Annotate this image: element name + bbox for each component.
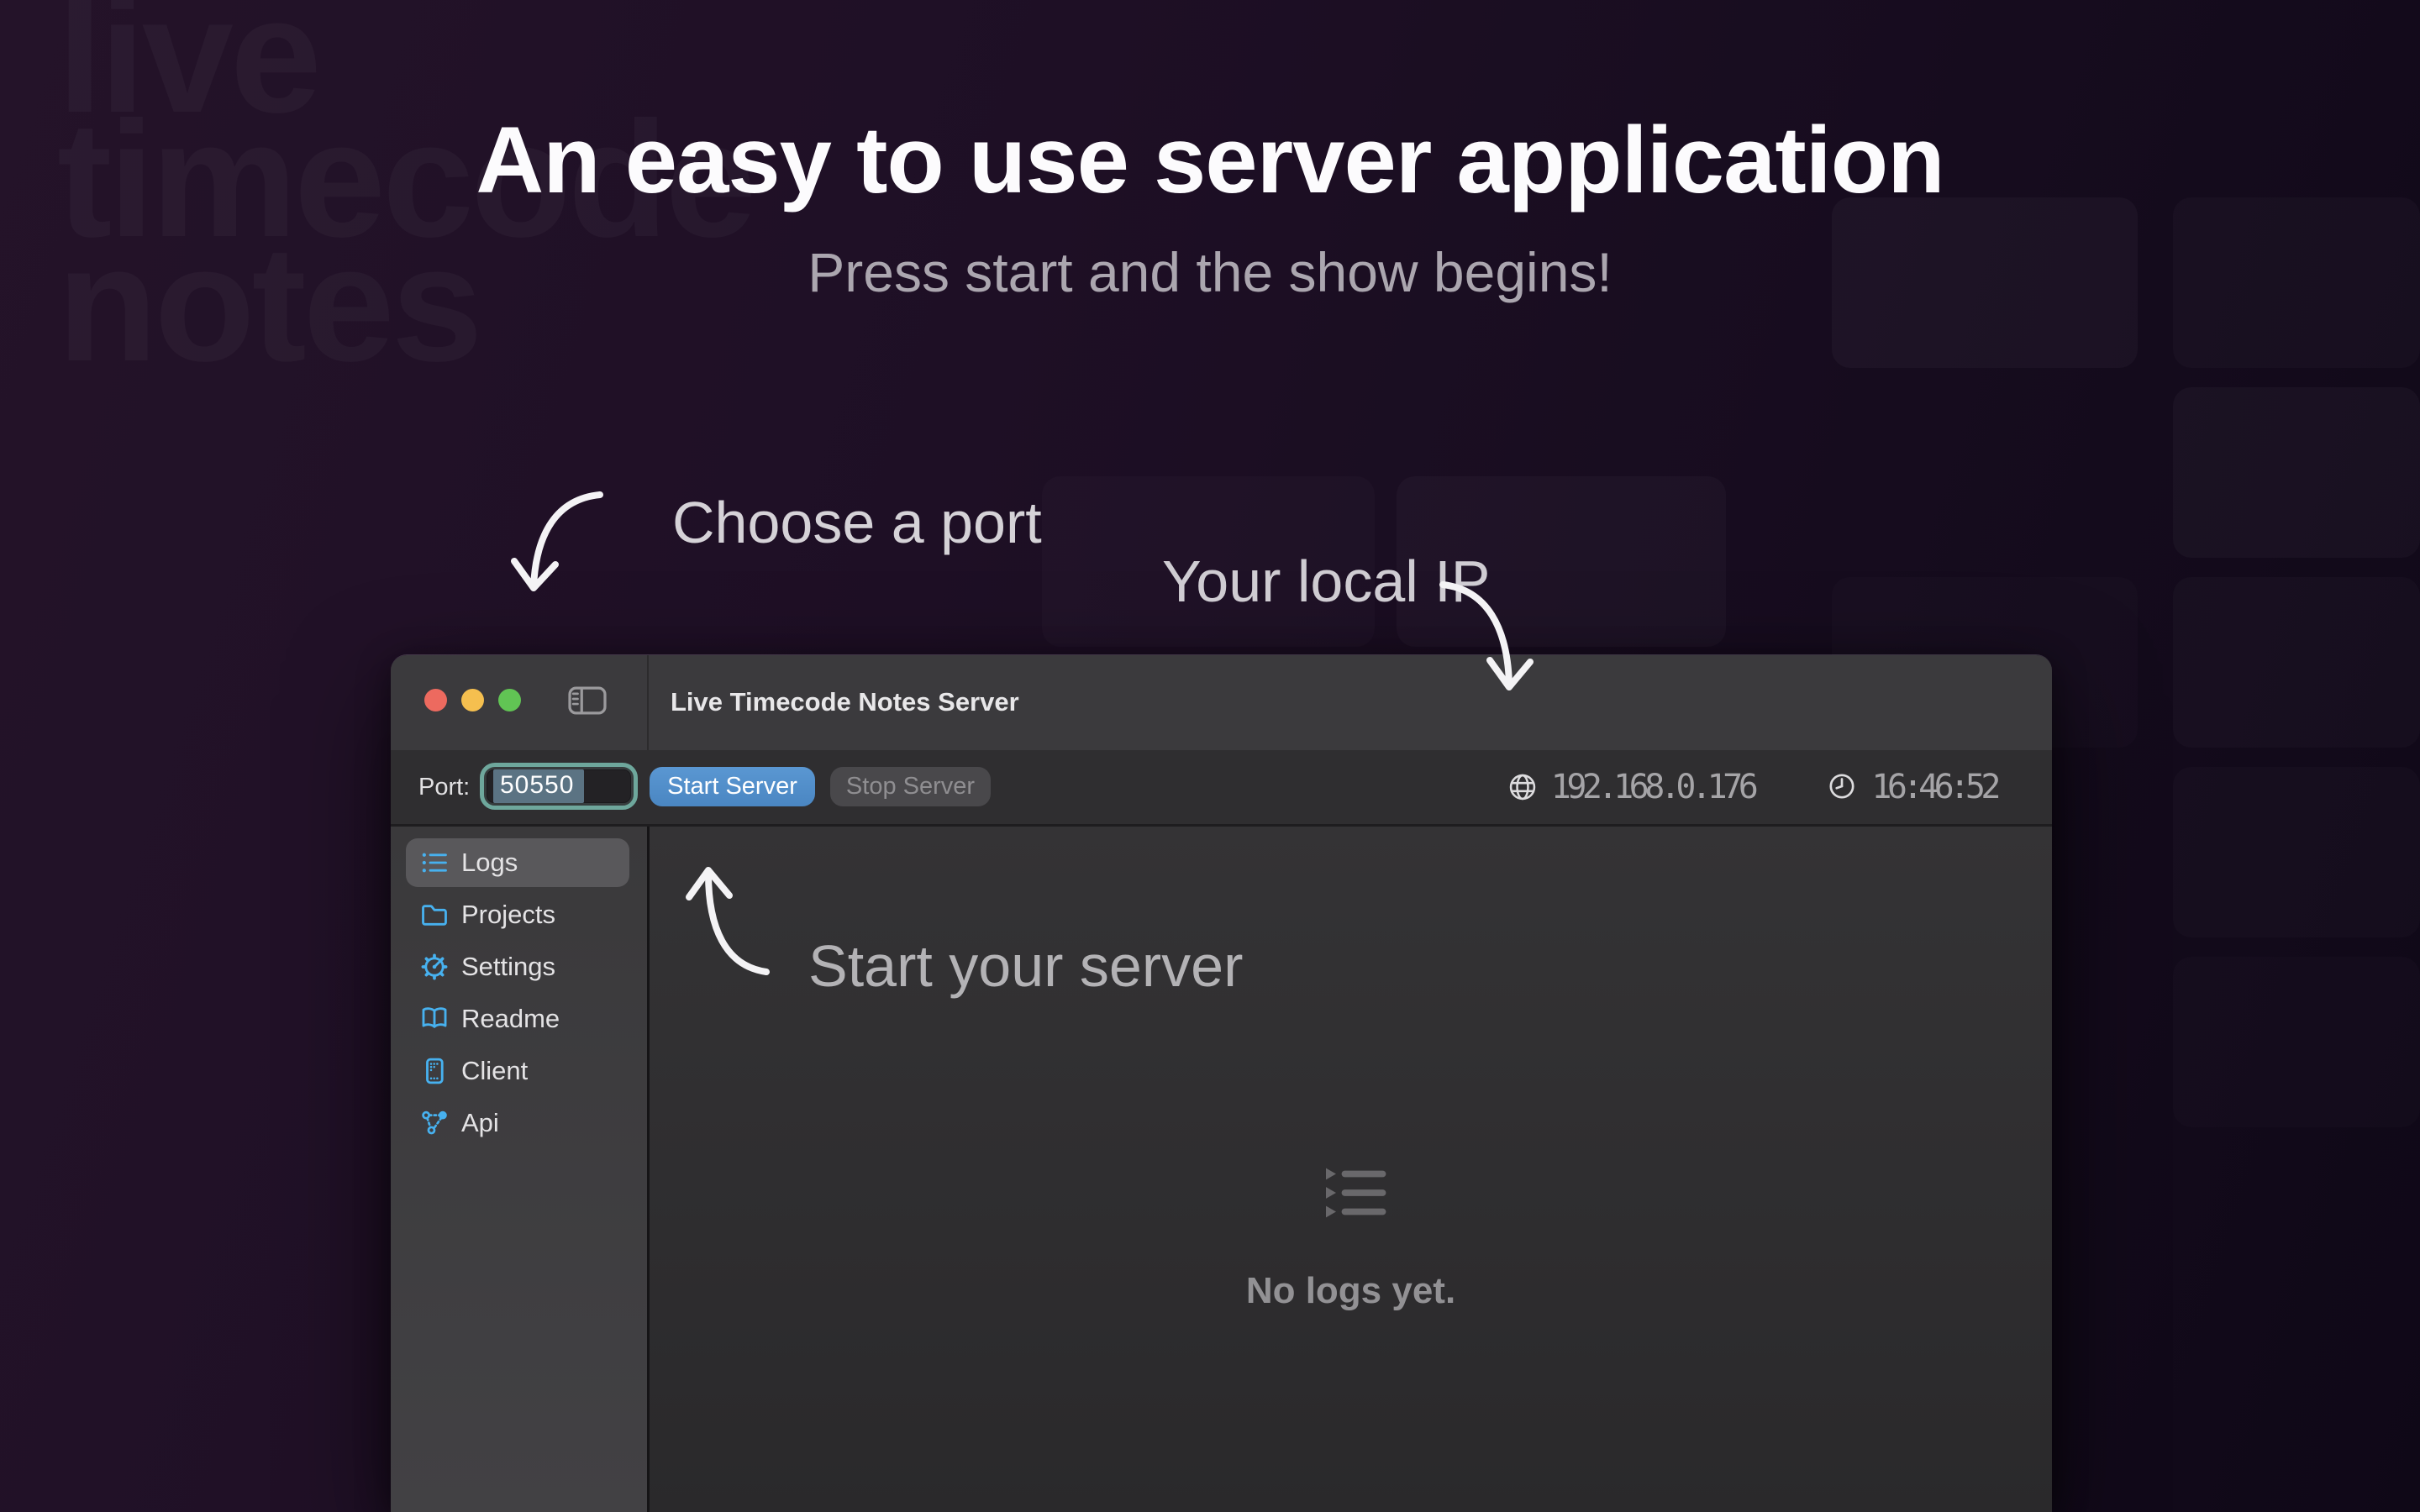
toolbar-status: 192.168.0.176 16:46:52 — [1507, 750, 2005, 824]
sidebar-item-settings[interactable]: Settings — [406, 942, 629, 991]
local-ip-status: 192.168.0.176 — [1507, 768, 1763, 806]
sidebar-item-label: Settings — [461, 952, 555, 982]
clock-icon — [1828, 772, 1858, 802]
clock-status: 16:46:52 — [1828, 768, 2005, 806]
time-value: 16:46:52 — [1871, 768, 2005, 806]
sidebar-item-client[interactable]: Client — [406, 1047, 629, 1095]
sidebar-item-api[interactable]: Api — [406, 1099, 629, 1147]
sidebar-item-label: Readme — [461, 1004, 560, 1034]
book-icon — [420, 1005, 449, 1033]
port-value-selected: 50550 — [493, 769, 584, 803]
sidebar: Logs Projects — [391, 827, 647, 1512]
sidebar-item-readme[interactable]: Readme — [406, 995, 629, 1043]
sidebar-item-label: Client — [461, 1056, 528, 1086]
background-tile — [2173, 957, 2420, 1127]
annotation-local-ip: Your local IP — [1162, 548, 1490, 615]
logs-content-area: No logs yet. — [650, 827, 2052, 1512]
local-ip-value: 192.168.0.176 — [1551, 768, 1763, 806]
port-field[interactable]: 50550 — [487, 769, 631, 803]
background-tile — [2173, 767, 2420, 937]
annotation-choose-port: Choose a port — [672, 489, 1042, 556]
arrow-to-port-field-head — [514, 561, 555, 588]
minimize-window-button[interactable] — [461, 689, 484, 711]
folder-icon — [420, 900, 449, 929]
sidebar-item-label: Logs — [461, 848, 518, 878]
sidebar-item-label: Projects — [461, 900, 555, 930]
port-label: Port: — [418, 774, 470, 801]
list-bullet-icon — [420, 848, 449, 877]
window-toolbar: Port: 50550 Start Server Stop Server 192… — [391, 750, 2052, 824]
sidebar-toggle-icon[interactable] — [568, 686, 607, 715]
start-server-button[interactable]: Start Server — [650, 767, 815, 806]
empty-logs-icon — [1318, 1163, 1389, 1223]
port-input[interactable]: 50550 — [480, 763, 638, 810]
page-subtitle: Press start and the show begins! — [0, 240, 2420, 304]
window-body: Logs Projects — [391, 827, 2052, 1512]
page-title: An easy to use server application — [0, 106, 2420, 214]
gear-icon — [420, 953, 449, 981]
empty-logs-message: No logs yet. — [650, 1270, 2052, 1312]
arrow-to-port-field — [534, 495, 600, 586]
window-title: Live Timecode Notes Server — [671, 687, 1019, 717]
background-tile — [2173, 387, 2420, 558]
background-tile — [2173, 577, 2420, 748]
sidebar-item-label: Api — [461, 1108, 499, 1138]
sidebar-item-projects[interactable]: Projects — [406, 890, 629, 939]
annotation-start-server: Start your server — [808, 932, 1243, 1000]
device-icon — [420, 1057, 449, 1085]
network-icon — [420, 1109, 449, 1137]
window-titlebar: Live Timecode Notes Server — [391, 655, 2052, 750]
close-window-button[interactable] — [424, 689, 447, 711]
zoom-window-button[interactable] — [498, 689, 521, 711]
sidebar-list: Logs Projects — [406, 838, 629, 1151]
stop-server-button[interactable]: Stop Server — [830, 767, 991, 806]
sidebar-item-logs[interactable]: Logs — [406, 838, 629, 887]
globe-icon — [1507, 772, 1538, 802]
app-window: Live Timecode Notes Server Port: 50550 S… — [391, 654, 2052, 1512]
